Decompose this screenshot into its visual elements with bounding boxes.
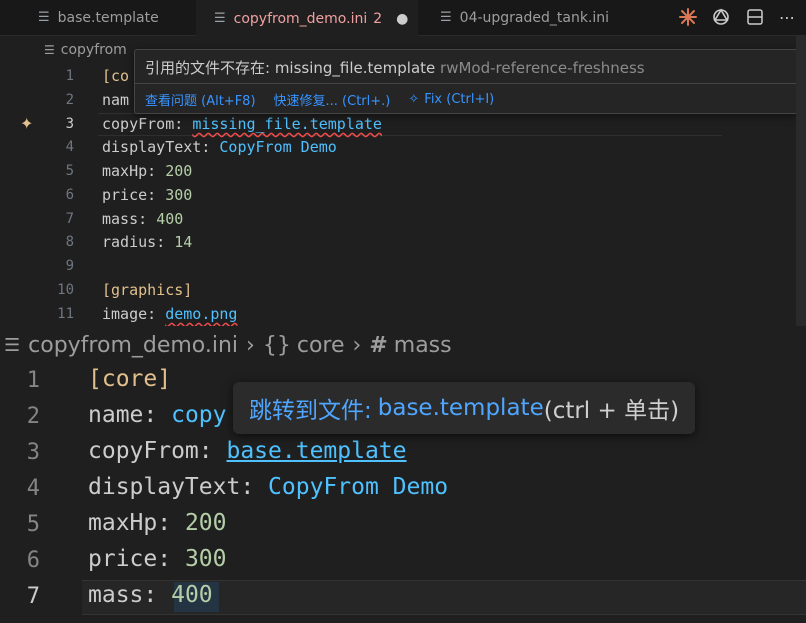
- code-line[interactable]: price: 300: [102, 186, 192, 204]
- hover-message-text: 引用的文件不存在: missing_file.template: [145, 59, 436, 77]
- breadcrumb-bottom: ☰ copyfrom_demo.ini › {} core › # mass: [0, 326, 806, 364]
- tab-base-template[interactable]: ☰ base.template: [38, 0, 159, 35]
- image-file-reference[interactable]: demo.png: [165, 305, 237, 323]
- hover-message: 引用的文件不存在: missing_file.template rwMod-re…: [145, 57, 645, 78]
- file-lines-icon: ☰: [4, 334, 21, 356]
- line-number: 1: [26, 368, 40, 393]
- tab-upgraded-tank[interactable]: ☰ 04-upgraded_tank.ini: [440, 0, 609, 35]
- line-number: 4: [65, 139, 74, 155]
- problem-count-badge: 2: [373, 10, 383, 27]
- braces-icon: {}: [262, 332, 291, 358]
- scrollbar[interactable]: [796, 36, 806, 326]
- file-lines-icon: ☰: [38, 10, 50, 25]
- file-lines-icon: ☰: [44, 43, 55, 57]
- sparkle-icon: ✧: [408, 91, 420, 107]
- more-actions-icon[interactable]: ⋯: [776, 6, 798, 28]
- problem-hover-widget: 引用的文件不存在: missing_file.template rwMod-re…: [134, 49, 798, 114]
- split-editor-icon[interactable]: [744, 6, 766, 28]
- code-line[interactable]: mass: 400: [102, 210, 183, 228]
- line-number: 5: [65, 163, 74, 179]
- claude-icon[interactable]: [677, 6, 699, 28]
- hash-icon: #: [369, 332, 388, 358]
- tab-label: base.template: [57, 9, 159, 26]
- missing-file-reference[interactable]: missing_file.template: [192, 115, 382, 133]
- rule-code: rwMod-reference-freshness: [440, 59, 645, 77]
- file-lines-icon: ☰: [214, 11, 226, 26]
- base-template-link[interactable]: base.template: [226, 438, 406, 464]
- line-number: 1: [65, 68, 74, 84]
- tab-label: copyfrom_demo.ini: [233, 10, 368, 27]
- code-line[interactable]: image: demo.png: [102, 305, 237, 323]
- breadcrumb-key[interactable]: mass: [394, 333, 452, 358]
- quick-fix-link[interactable]: 快速修复... (Ctrl+.): [274, 90, 391, 109]
- code-line[interactable]: maxHp: 200: [102, 162, 192, 180]
- tooltip-prefix: 跳转到文件:: [249, 398, 372, 424]
- code-line[interactable]: mass: 400: [88, 582, 213, 608]
- line-number: 2: [65, 92, 74, 108]
- line-number: 10: [57, 282, 74, 298]
- openai-icon[interactable]: [710, 6, 732, 28]
- view-problem-link[interactable]: 查看问题 (Alt+F8): [145, 90, 256, 109]
- code-line[interactable]: [graphics]: [102, 281, 192, 299]
- code-line[interactable]: maxHp: 200: [88, 510, 227, 536]
- chevron-right-icon: ›: [246, 332, 255, 358]
- chevron-right-icon: ›: [352, 332, 362, 358]
- tab-label: 04-upgraded_tank.ini: [459, 9, 610, 26]
- line-number: 2: [26, 404, 40, 429]
- code-line[interactable]: nam: [102, 91, 129, 109]
- line-number: 3: [26, 440, 40, 465]
- code-line[interactable]: [co: [102, 67, 129, 85]
- go-to-file-tooltip: 跳转到文件: base.template (ctrl + 单击): [233, 382, 696, 434]
- tab-copyfrom-demo[interactable]: ☰ copyfrom_demo.ini 2 ●: [196, 0, 418, 36]
- tab-bar: ☰ base.template ☰ copyfrom_demo.ini 2 ● …: [0, 0, 806, 36]
- line-number: 5: [26, 512, 40, 537]
- breadcrumb-section[interactable]: core: [297, 333, 345, 358]
- breadcrumb-file[interactable]: copyfrom: [61, 42, 127, 58]
- code-line[interactable]: price: 300: [88, 546, 227, 572]
- file-lines-icon: ☰: [440, 10, 452, 25]
- line-number: 9: [65, 258, 74, 274]
- line-number: 11: [57, 306, 74, 322]
- line-number: 6: [65, 187, 74, 203]
- breadcrumb-file[interactable]: copyfrom_demo.ini: [28, 333, 238, 358]
- tooltip-suffix: (ctrl + 单击): [543, 398, 680, 424]
- code-line[interactable]: displayText: CopyFrom Demo: [102, 138, 337, 156]
- code-line[interactable]: name: copy: [88, 402, 226, 428]
- code-line[interactable]: [core]: [88, 366, 171, 392]
- line-number: 7: [65, 211, 74, 227]
- modified-dot-icon[interactable]: ●: [396, 11, 408, 27]
- breadcrumb-top[interactable]: ☰ copyfrom: [44, 42, 127, 58]
- tooltip-file: base.template: [377, 395, 544, 421]
- ai-fix-link[interactable]: ✧ Fix (Ctrl+I): [408, 92, 494, 107]
- code-line[interactable]: copyFrom: missing_file.template: [102, 115, 382, 133]
- line-number: 4: [26, 476, 40, 501]
- line-number: 6: [26, 548, 40, 573]
- code-line[interactable]: radius: 14: [102, 233, 192, 251]
- hover-actions: 查看问题 (Alt+F8) 快速修复... (Ctrl+.) ✧ Fix (Ct…: [135, 83, 797, 114]
- line-number: 7: [26, 584, 40, 609]
- line-number: 8: [65, 234, 74, 250]
- line-number: 3: [65, 116, 74, 132]
- code-line[interactable]: displayText: CopyFrom Demo: [88, 474, 448, 500]
- code-line[interactable]: copyFrom: base.template: [88, 438, 407, 464]
